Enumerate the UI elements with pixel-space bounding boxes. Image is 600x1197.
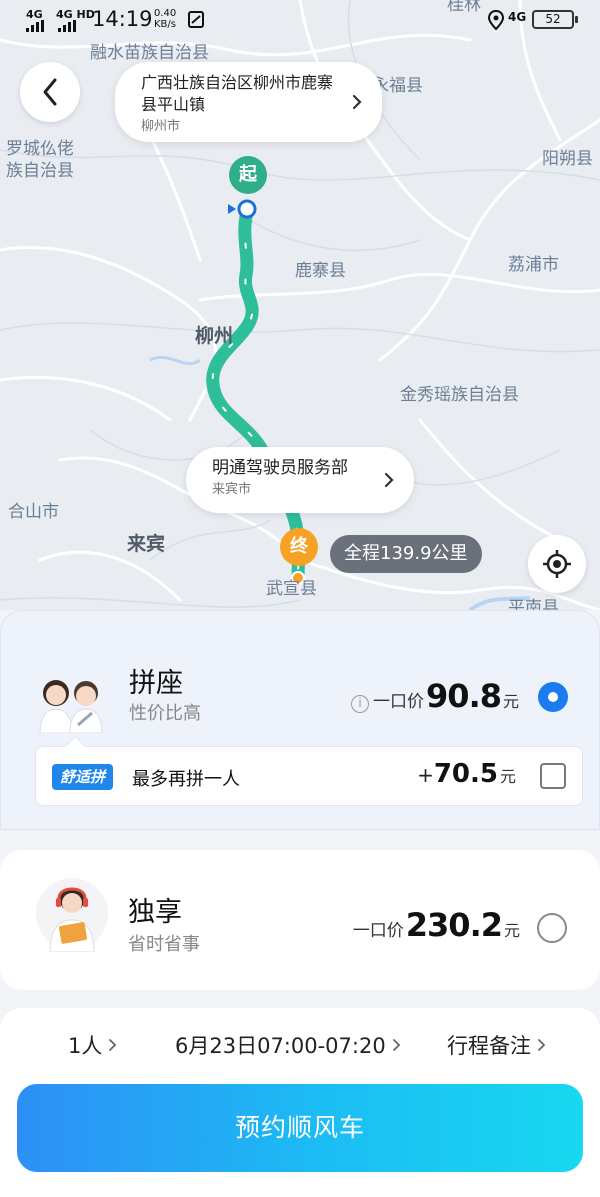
clock: 14:19	[92, 7, 153, 31]
distance-badge: 全程139.9公里	[330, 535, 482, 573]
chevron-right-icon	[384, 472, 394, 488]
solo-price-value: 230.2	[405, 906, 503, 944]
end-pin: 终	[280, 528, 318, 566]
network-type: 4G	[508, 10, 527, 24]
start-pin: 起	[229, 156, 267, 194]
battery-icon: 52	[532, 10, 578, 29]
solo-option[interactable]: 独享 省时省事 一口价 230.2 元	[0, 850, 600, 990]
back-button[interactable]	[20, 62, 80, 122]
map-label-lipu: 荔浦市	[508, 255, 559, 275]
passenger-count: 1人	[68, 1034, 103, 1058]
signal-bars-2-icon	[58, 20, 76, 32]
departure-time-selector[interactable]: 6月23日07:00-07:20	[175, 1030, 401, 1060]
book-ride-button[interactable]: 预约顺风车	[17, 1084, 583, 1172]
comfort-plus: +	[417, 763, 434, 787]
comfort-checkbox[interactable]	[540, 763, 566, 789]
status-bar: 4G 4G HD 14:19 0.40 KB/s 4G 52	[0, 0, 600, 40]
map-label-wuxuan: 武宣县	[266, 579, 317, 599]
trip-notes-selector[interactable]: 行程备注	[447, 1030, 546, 1060]
carpool-subtitle: 性价比高	[129, 703, 201, 724]
comfort-text: 最多再拼一人	[132, 769, 240, 790]
chevron-right-icon	[352, 94, 362, 110]
location-icon	[488, 10, 504, 30]
solo-price: 一口价 230.2 元	[353, 906, 520, 944]
map-label-liuzhou: 柳州	[195, 325, 234, 347]
solo-avatar-icon	[36, 878, 108, 952]
map-label-laibin: 来宾	[127, 533, 166, 555]
bottom-sheet: 拼座 性价比高 i 一口价 90.8 元 舒适拼 最多再拼一人 + 70.5 元	[0, 610, 600, 1197]
passenger-count-selector[interactable]: 1人	[68, 1030, 117, 1060]
comfort-tag: 舒适拼	[52, 764, 114, 790]
map-label-rongshui: 融水苗族自治县	[90, 43, 209, 63]
solo-price-unit: 元	[503, 921, 520, 940]
comfort-price-unit: 元	[499, 767, 516, 786]
carpool-radio[interactable]	[538, 682, 568, 712]
comfort-carpool-row[interactable]: 舒适拼 最多再拼一人 + 70.5 元	[35, 746, 583, 806]
carpool-price: i 一口价 90.8 元	[351, 677, 519, 715]
speed-unit: KB/s	[154, 19, 176, 30]
speed-value: 0.40	[154, 8, 177, 19]
booking-panel: 1人 6月23日07:00-07:20 行程备注 预约顺风车	[0, 1008, 600, 1197]
signal-bars-icon	[26, 20, 44, 32]
destination-city: 来宾市	[212, 482, 252, 497]
solo-subtitle: 省时省事	[128, 934, 200, 955]
solo-radio[interactable]	[537, 913, 567, 943]
carpool-price-unit: 元	[502, 692, 519, 711]
crosshair-icon	[543, 550, 571, 578]
chevron-right-icon	[109, 1039, 117, 1051]
carpool-avatar-icon	[39, 680, 103, 733]
solo-title: 独享	[128, 897, 182, 928]
origin-city: 柳州市	[141, 119, 181, 134]
carpool-title: 拼座	[129, 668, 183, 699]
map-label-luocheng: 罗城仫佬族自治县	[6, 139, 74, 181]
comfort-price: + 70.5 元	[417, 759, 516, 789]
chevron-left-icon	[43, 78, 57, 106]
origin-callout[interactable]: 广西壮族自治区柳州市鹿寨县平山镇 柳州市	[115, 62, 382, 142]
chevron-right-icon	[392, 1039, 400, 1051]
info-icon[interactable]: i	[351, 695, 370, 713]
chevron-right-icon	[538, 1039, 546, 1051]
route-line	[206, 201, 305, 585]
nfc-icon	[188, 11, 204, 28]
destination-callout[interactable]: 明通驾驶员服务部 来宾市	[186, 447, 414, 513]
network-speed: 0.40 KB/s	[154, 8, 176, 30]
route-map[interactable]: 桂林 融水苗族自治县 永福县 罗城仫佬族自治县 阳朔县 鹿寨县 荔浦市 柳州 金…	[0, 0, 600, 640]
solo-price-label: 一口价	[352, 921, 404, 941]
carpool-price-value: 90.8	[426, 677, 502, 715]
origin-title: 广西壮族自治区柳州市鹿寨县平山镇	[141, 73, 334, 114]
destination-title: 明通驾驶员服务部	[212, 458, 348, 478]
map-label-jinxiu: 金秀瑶族自治县	[400, 385, 519, 405]
carpool-option[interactable]: 拼座 性价比高 i 一口价 90.8 元 舒适拼 最多再拼一人 + 70.5 元	[0, 610, 600, 830]
carpool-price-label: 一口价	[373, 692, 425, 712]
map-label-yangshuo: 阳朔县	[542, 149, 593, 169]
map-label-heshan: 合山市	[8, 502, 59, 522]
map-label-luzhai: 鹿寨县	[295, 261, 346, 281]
locate-button[interactable]	[528, 535, 586, 593]
trip-notes: 行程备注	[447, 1034, 531, 1058]
departure-time: 6月23日07:00-07:20	[175, 1034, 386, 1058]
comfort-price-value: 70.5	[433, 759, 498, 789]
